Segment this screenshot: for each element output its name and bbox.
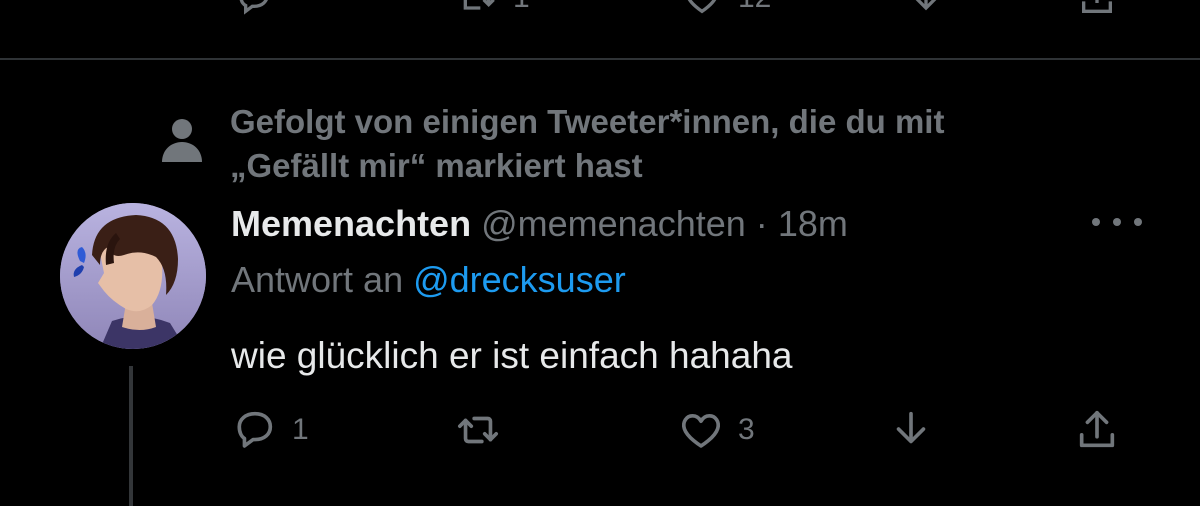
avatar[interactable] [60,203,206,349]
share-icon [1079,410,1115,448]
like-count: 3 [738,413,755,446]
person-icon [162,119,202,162]
tweet-timestamp[interactable]: 18m [778,203,848,244]
previous-tweet-action-bar: 1 12 [0,0,1200,18]
tweet-divider [0,58,1200,60]
reply-button[interactable]: 1 [232,404,309,456]
more-dot-icon [1092,218,1100,226]
reply-mention-link[interactable]: @drecksuser [413,259,626,300]
social-context[interactable]: Gefolgt von einigen Tweeter*innen, die d… [160,98,1160,188]
header-separator: · [755,203,768,244]
prev-reply-button[interactable] [232,0,276,18]
tweet-action-bar: 1 3 [0,404,1200,456]
heart-icon [682,413,720,448]
reply-context: Antwort an @drecksuser [231,258,626,302]
user-handle[interactable]: @memenachten [481,203,746,244]
more-dot-icon [1134,218,1142,226]
prev-like-button[interactable]: 12 [680,0,771,18]
share-icon [1082,0,1112,13]
prev-like-count: 12 [738,0,771,15]
more-dot-icon [1113,218,1121,226]
share-button[interactable] [1074,404,1120,456]
downvote-button[interactable] [888,404,934,456]
prev-retweet-count: 1 [513,0,530,15]
reply-icon [239,0,268,15]
like-button[interactable]: 3 [678,404,755,456]
social-context-line-2: „Gefällt mir“ markiert hast [230,147,643,184]
prev-retweet-button[interactable]: 1 [455,0,530,18]
prev-downvote-button[interactable] [904,0,948,18]
retweet-button[interactable] [455,404,515,456]
display-name[interactable]: Memenachten [231,203,471,244]
reply-prefix: Antwort an [231,259,404,300]
more-options-button[interactable] [1092,210,1142,234]
social-context-text: Gefolgt von einigen Tweeter*innen, die d… [230,100,1090,188]
arrow-down-icon [896,411,926,444]
tweet-header: Memenachten @memenachten · 18m [231,202,848,246]
tweet-text: wie glücklich er ist einfach hahaha [231,335,793,376]
social-context-line-1: Gefolgt von einigen Tweeter*innen, die d… [230,103,945,140]
avatar-image [60,203,206,349]
reply-icon [237,411,273,448]
reply-count: 1 [292,413,309,446]
retweet-icon [457,416,499,444]
prev-share-button[interactable] [1075,0,1119,18]
heart-icon [687,0,717,14]
arrow-down-icon [915,0,937,11]
retweet-icon [463,0,495,10]
